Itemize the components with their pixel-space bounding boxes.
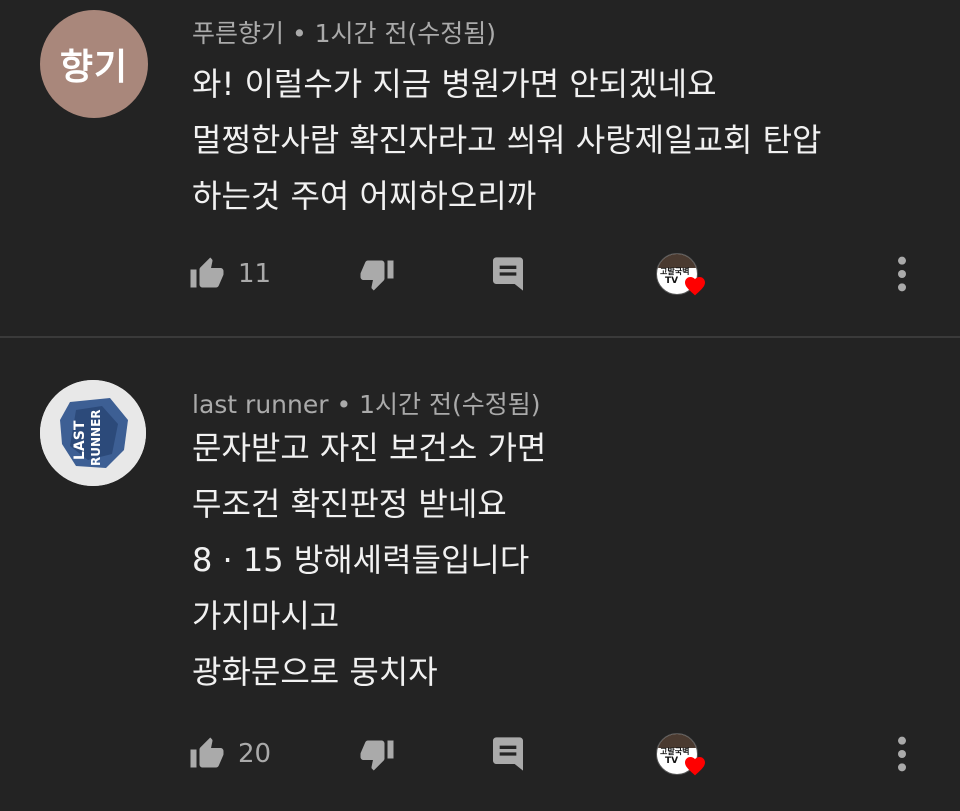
thumbs-down-icon — [360, 260, 394, 291]
comment-item-2: LAST RUNNER last runner • 1시간 전(수정됨) 문자받… — [0, 340, 960, 811]
author-name[interactable]: 푸른향기 — [192, 19, 284, 48]
comment-line: 광화문으로 뭉치자 — [192, 653, 438, 691]
comment-header: 푸른향기 • 1시간 전(수정됨) — [192, 14, 496, 50]
comment-line: 와! 이럴수가 지금 병원가면 안되겠네요 — [192, 65, 717, 103]
creator-heart: 고발국벽 TV — [656, 250, 705, 298]
reply-button[interactable] — [488, 730, 528, 778]
comment-line: 멀쩡한사람 확진자라고 씌워 사랑제일교회 탄압 — [192, 121, 822, 159]
thumbs-down-icon — [360, 740, 394, 771]
more-options-button[interactable] — [896, 730, 908, 778]
like-count: 20 — [238, 739, 272, 769]
last-runner-logo-icon: LAST RUNNER — [40, 380, 146, 486]
like-button[interactable]: 11 — [188, 250, 271, 298]
comment-text: 와! 이럴수가 지금 병원가면 안되겠네요 멀쩡한사람 확진자라고 씌워 사랑제… — [192, 56, 822, 224]
comment-item-1: 향기 푸른향기 • 1시간 전(수정됨) 와! 이럴수가 지금 병원가면 안되겠… — [0, 0, 960, 336]
thumbs-up-icon — [190, 737, 224, 768]
reply-icon — [493, 737, 523, 771]
creator-badge-line2: TV — [665, 276, 679, 286]
comment-meta: • 1시간 전(수정됨) — [284, 19, 497, 48]
avatar-label: 향기 — [59, 47, 129, 88]
like-count: 11 — [238, 259, 272, 289]
svg-text:LAST: LAST — [72, 420, 88, 460]
more-options-button[interactable] — [896, 250, 908, 298]
comment-line: 문자받고 자진 보건소 가면 — [192, 429, 547, 467]
comment-line: 하는것 주여 어찌하오리까 — [192, 177, 537, 215]
comment-line: 가지마시고 — [192, 597, 340, 635]
comment-text: 문자받고 자진 보건소 가면 무조건 확진판정 받네요 8 · 15 방해세력들… — [192, 420, 546, 700]
author-avatar[interactable]: LAST RUNNER — [40, 380, 146, 486]
creator-heart: 고발국벽 TV — [656, 730, 705, 778]
heart-icon — [685, 757, 705, 776]
dislike-button[interactable] — [358, 250, 396, 298]
comment-divider — [0, 336, 960, 338]
more-vert-icon — [898, 736, 906, 772]
reply-button[interactable] — [488, 250, 528, 298]
dislike-button[interactable] — [358, 730, 396, 778]
heart-icon — [685, 277, 705, 296]
more-vert-icon — [898, 256, 906, 292]
author-avatar[interactable]: 향기 — [40, 10, 148, 118]
svg-text:RUNNER: RUNNER — [89, 409, 103, 466]
author-name[interactable]: last runner — [192, 390, 329, 419]
comment-header: last runner • 1시간 전(수정됨) — [192, 385, 541, 421]
comment-meta: • 1시간 전(수정됨) — [328, 390, 541, 419]
comment-actions: 20 고발국벽 TV — [188, 730, 928, 778]
comment-line: 무조건 확진판정 받네요 — [192, 485, 507, 523]
like-button[interactable]: 20 — [188, 730, 271, 778]
comment-line: 8 · 15 방해세력들입니다 — [192, 541, 530, 579]
creator-badge-line2: TV — [665, 756, 679, 766]
comment-actions: 11 고발국벽 TV — [188, 250, 928, 298]
reply-icon — [493, 257, 523, 291]
thumbs-up-icon — [190, 257, 224, 288]
